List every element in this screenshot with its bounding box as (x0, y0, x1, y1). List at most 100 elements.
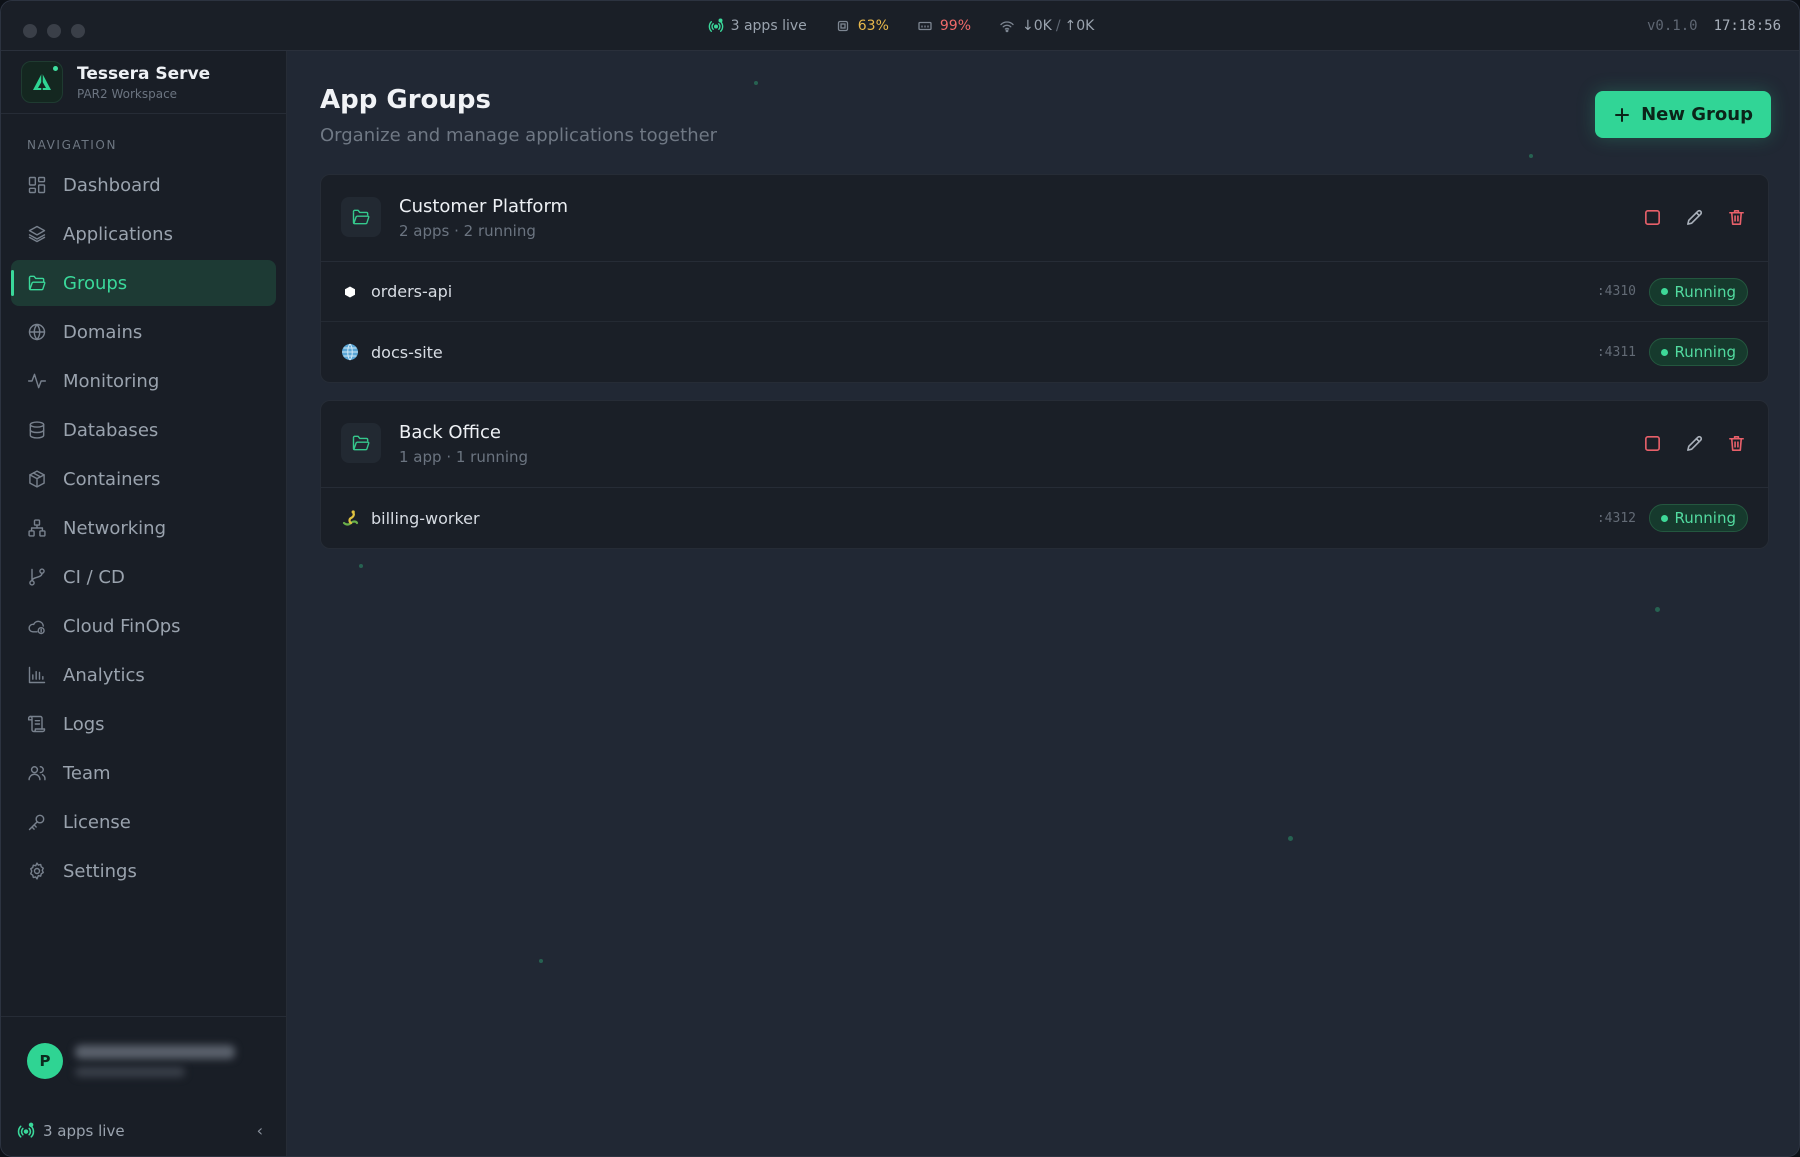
sidebar-item-label: Logs (63, 713, 105, 735)
group-folder (341, 423, 381, 463)
activity-icon (27, 373, 47, 389)
stop-group-button[interactable] (1642, 207, 1662, 227)
app-row[interactable]: orders-api :4310 Running (321, 262, 1768, 322)
system-status-bar: 3 apps live 63% 99% ↓0K / ↑0K (1, 1, 1799, 51)
brand-text: Tessera Serve PAR2 Workspace (77, 64, 210, 101)
tessera-logo (21, 61, 63, 103)
folder-open-icon (352, 435, 370, 451)
sidebar-item-databases[interactable]: Databases (11, 407, 276, 453)
cpu-value: 63% (857, 18, 889, 34)
sidebar-item-dashboard[interactable]: Dashboard (11, 162, 276, 208)
network-status: ↓0K / ↑0K (999, 18, 1094, 34)
network-icon (28, 519, 46, 537)
app-name: orders-api (371, 282, 453, 301)
nav-list: Dashboard Applications Groups Domains Mo… (1, 162, 286, 894)
memory-status: 99% (917, 18, 971, 34)
dashboard-icon (28, 176, 46, 194)
titlebar-right: v0.1.0 17:18:56 (1647, 1, 1781, 51)
workspace-name: PAR2 Workspace (77, 86, 178, 101)
status-label: Running (1674, 509, 1736, 527)
background-particle (1529, 154, 1533, 158)
globe-emoji-icon (341, 343, 359, 361)
sidebar-item-networking[interactable]: Networking (11, 505, 276, 551)
sidebar-item-logs[interactable]: Logs (11, 701, 276, 747)
group-folder (341, 197, 381, 237)
network-separator: / (1055, 18, 1061, 34)
sidebar-item-team[interactable]: Team (11, 750, 276, 796)
sidebar-item-label: Team (63, 762, 111, 784)
broadcast-icon (708, 18, 723, 32)
sidebar-item-label: Analytics (63, 664, 145, 686)
status-dot (1660, 288, 1668, 295)
sidebar: Tessera Serve PAR2 Workspace NAVIGATION … (1, 51, 287, 1156)
group-meta: 1 app · 1 running (399, 448, 529, 466)
group-meta: 2 apps · 2 running (399, 222, 536, 240)
footer-live-status: 3 apps live (17, 1122, 125, 1140)
title-bar: 3 apps live 63% 99% ↓0K / ↑0K v0.1.0 17:… (1, 1, 1799, 51)
sidebar-item-label: CI / CD (63, 566, 125, 588)
sidebar-item-domains[interactable]: Domains (11, 309, 276, 355)
apps-live-label: 3 apps live (730, 18, 807, 34)
gear-icon (30, 862, 44, 880)
status-badge: Running (1648, 338, 1748, 366)
sidebar-item-cloud-finops[interactable]: Cloud FinOps (11, 603, 276, 649)
sidebar-item-label: Settings (63, 860, 137, 882)
cpu-icon (837, 20, 848, 32)
group-card: Customer Platform 2 apps · 2 running ord… (320, 174, 1769, 383)
collapse-sidebar-button[interactable]: ‹ (257, 1121, 263, 1140)
sidebar-item-label: Dashboard (63, 174, 161, 196)
pencil-icon (1686, 209, 1702, 225)
sidebar-item-label: Applications (63, 223, 173, 245)
sidebar-item-containers[interactable]: Containers (11, 456, 276, 502)
scroll-icon (27, 715, 46, 733)
background-particle (359, 564, 363, 568)
sidebar-item-applications[interactable]: Applications (11, 211, 276, 257)
globe-icon (28, 323, 46, 341)
edit-group-button[interactable] (1684, 433, 1704, 453)
sidebar-item-ci-cd[interactable]: CI / CD (11, 554, 276, 600)
folder-open-icon (28, 275, 46, 291)
sidebar-item-label: Networking (63, 517, 166, 539)
app-row[interactable]: billing-worker :4312 Running (321, 488, 1768, 548)
network-down: ↓0K (1022, 18, 1052, 34)
cloud-cost-icon (28, 620, 45, 635)
background-particle (1288, 836, 1293, 841)
wifi-icon (1000, 21, 1014, 33)
clock: 17:18:56 (1713, 18, 1781, 34)
new-group-label: New Group (1641, 104, 1753, 125)
database-icon (29, 421, 45, 439)
cpu-status: 63% (835, 18, 889, 34)
page-title: App Groups (320, 85, 492, 115)
app-row[interactable]: docs-site :4311 Running (321, 322, 1768, 382)
sidebar-item-groups[interactable]: Groups (11, 260, 276, 306)
avatar: P (27, 1043, 63, 1079)
box-icon (29, 470, 45, 488)
group-header[interactable]: Customer Platform 2 apps · 2 running (321, 175, 1768, 262)
user-profile[interactable]: P (27, 1043, 235, 1079)
group-header[interactable]: Back Office 1 app · 1 running (321, 401, 1768, 488)
sidebar-item-label: License (63, 811, 131, 833)
sidebar-item-monitoring[interactable]: Monitoring (11, 358, 276, 404)
sidebar-item-settings[interactable]: Settings (11, 848, 276, 894)
python-snake-icon (341, 509, 359, 527)
edit-group-button[interactable] (1684, 207, 1704, 227)
group-name: Back Office (399, 422, 501, 443)
stop-icon (1644, 435, 1660, 451)
status-dot (1660, 348, 1668, 356)
app-port: :4311 (1596, 344, 1636, 360)
new-group-button[interactable]: New Group (1595, 91, 1771, 138)
logo-status-dot (53, 66, 58, 71)
delete-group-button[interactable] (1726, 207, 1746, 227)
stop-group-button[interactable] (1642, 433, 1662, 453)
delete-group-button[interactable] (1726, 433, 1746, 453)
sidebar-item-label: Cloud FinOps (63, 615, 181, 637)
sidebar-item-license[interactable]: License (11, 799, 276, 845)
app-name: docs-site (371, 342, 443, 362)
network-up: ↑0K (1064, 18, 1095, 34)
sidebar-item-analytics[interactable]: Analytics (11, 652, 276, 698)
status-label: Running (1674, 343, 1736, 361)
brand-header[interactable]: Tessera Serve PAR2 Workspace (1, 51, 286, 114)
group-card: Back Office 1 app · 1 running billing-wo… (320, 400, 1769, 549)
background-particle (1655, 607, 1660, 612)
redacted-user-email (75, 1067, 185, 1077)
